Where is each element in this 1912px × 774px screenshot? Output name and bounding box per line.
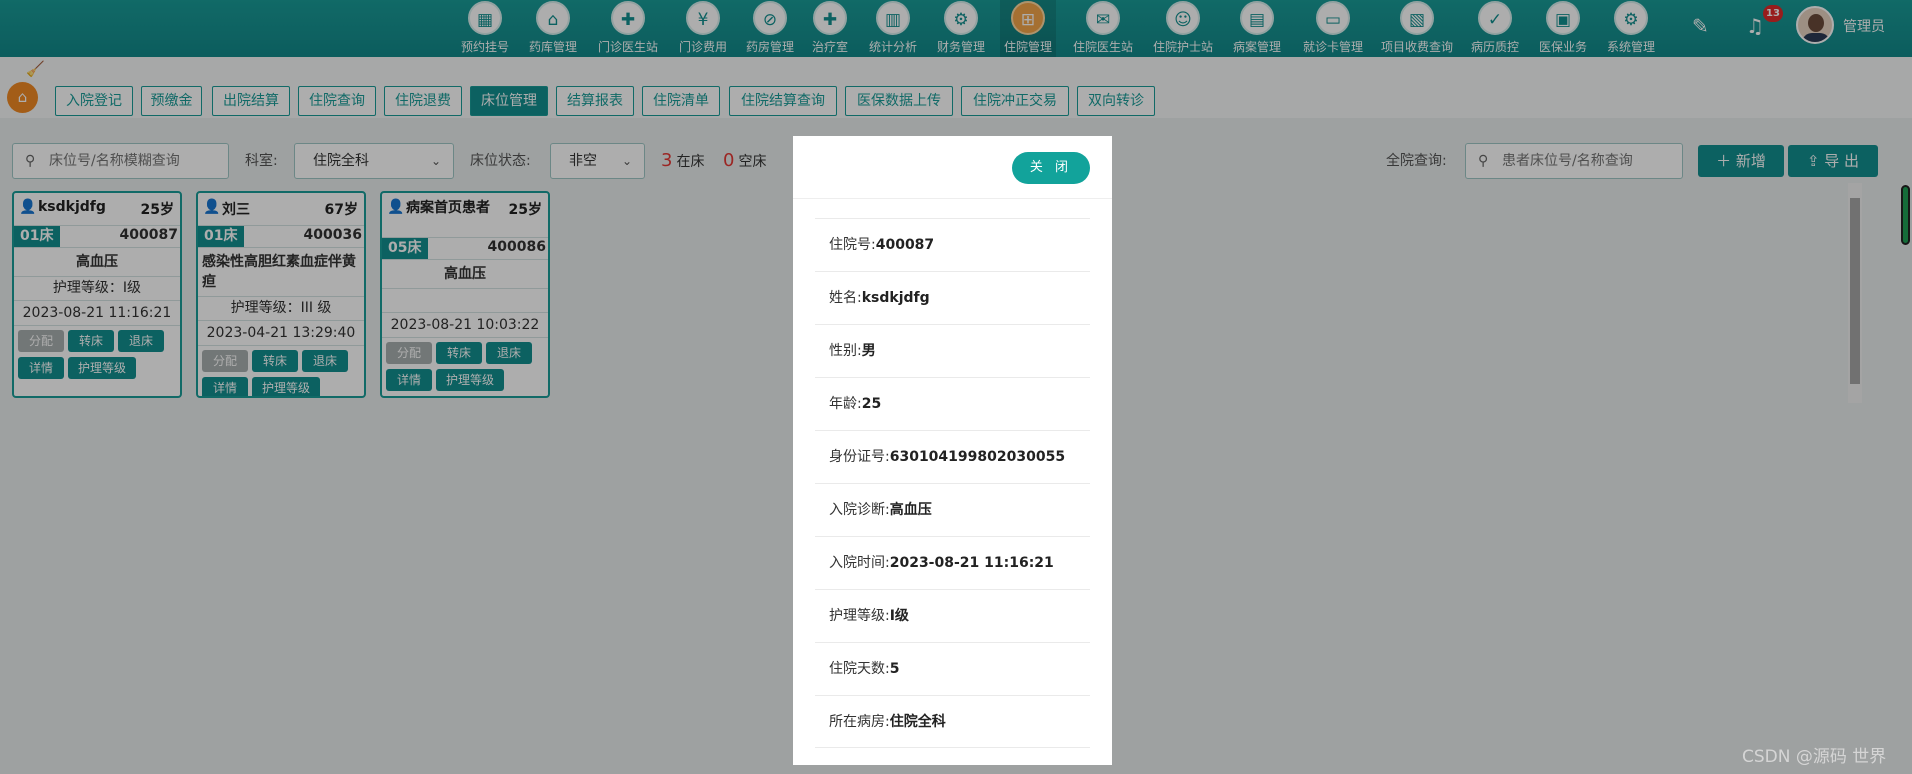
detail-row: 所在病房:住院全科	[815, 695, 1090, 748]
detail-row: 入院诊断:高血压	[815, 483, 1090, 536]
divider	[793, 198, 1112, 199]
patient-detail-dialog: 关 闭 住院号:400087 姓名:ksdkjdfg 性别:男 年龄:25 身份…	[793, 136, 1112, 765]
detail-row: 护理等级:I级	[815, 589, 1090, 642]
detail-row: 身份证号:630104199802030055	[815, 430, 1090, 483]
detail-row: 住院天数:5	[815, 642, 1090, 695]
detail-row: 住院号:400087	[815, 218, 1090, 271]
detail-row: 姓名:ksdkjdfg	[815, 271, 1090, 324]
close-button[interactable]: 关 闭	[1012, 152, 1090, 184]
detail-row: 性别:男	[815, 324, 1090, 377]
watermark: CSDN @源码 世界	[1742, 747, 1887, 767]
detail-row: 入院时间:2023-08-21 11:16:21	[815, 536, 1090, 589]
detail-row: 年龄:25	[815, 377, 1090, 430]
